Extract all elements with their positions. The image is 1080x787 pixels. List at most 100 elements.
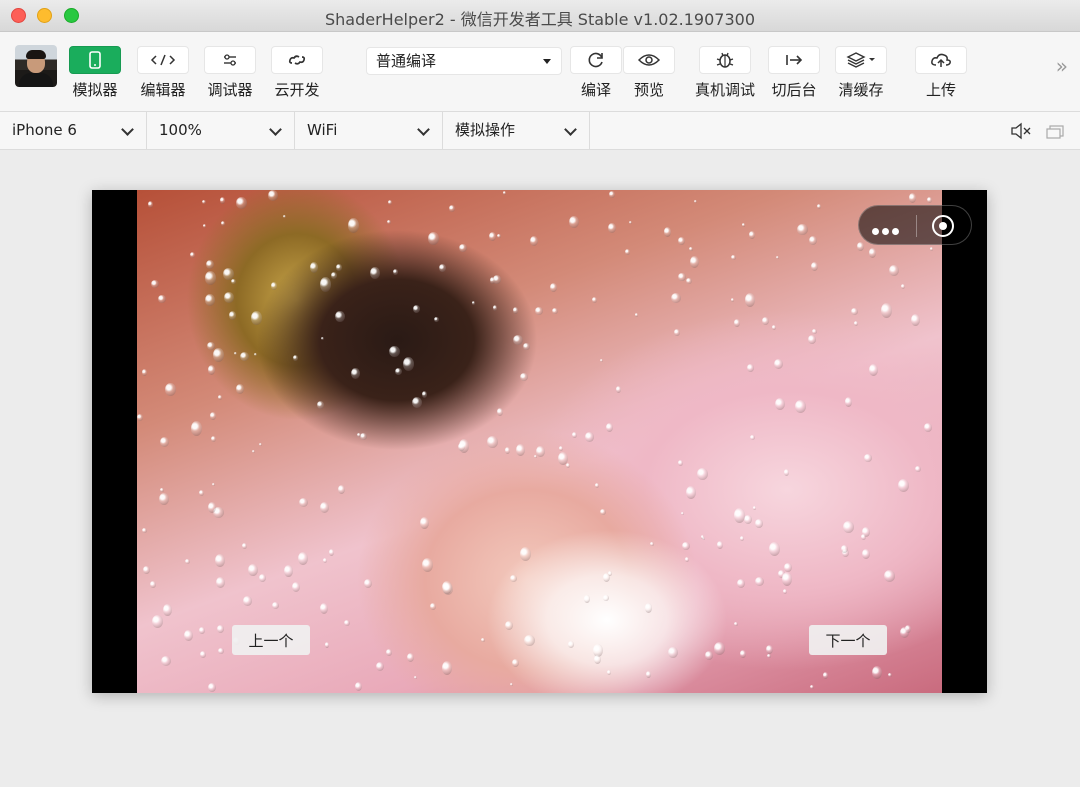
window-icon[interactable]	[1046, 124, 1064, 143]
mute-icon[interactable]	[1010, 122, 1032, 144]
simulator-label: 模拟器	[72, 81, 118, 99]
water-drop	[407, 653, 414, 663]
prev-button[interactable]: 上一个	[232, 625, 310, 655]
water-drop	[325, 642, 329, 648]
water-drop	[231, 279, 236, 285]
water-drop	[714, 642, 725, 655]
water-drop	[811, 262, 818, 272]
device-select[interactable]: iPhone 6	[0, 112, 147, 149]
water-drop	[888, 673, 892, 678]
water-drop	[439, 264, 446, 273]
water-drop	[520, 547, 531, 561]
compile-button[interactable]: 编译	[570, 46, 622, 100]
water-drop	[782, 572, 792, 586]
water-drop	[218, 395, 222, 400]
debug-sliders-icon	[204, 46, 256, 74]
editor-button[interactable]: 编辑器	[137, 46, 189, 100]
upload-button[interactable]: 上传	[915, 46, 967, 100]
water-drop	[523, 343, 530, 351]
double-chevron-icon[interactable]: »	[1056, 54, 1068, 78]
water-drop	[755, 577, 764, 587]
water-drop	[664, 227, 671, 237]
water-drop	[310, 262, 318, 273]
water-drop	[753, 506, 756, 510]
more-dots-icon[interactable]	[872, 220, 902, 239]
water-drop	[674, 329, 680, 337]
avatar[interactable]	[15, 45, 57, 87]
water-drop	[393, 269, 398, 275]
water-drop	[915, 466, 921, 473]
water-drop	[857, 242, 864, 251]
water-drop	[810, 685, 814, 689]
water-drop	[783, 589, 787, 595]
water-drop	[595, 483, 599, 489]
water-drop	[137, 414, 143, 421]
switch-background-label: 切后台	[771, 81, 817, 99]
water-drop	[403, 357, 414, 371]
water-drop	[299, 498, 308, 507]
water-drop	[210, 412, 216, 420]
water-drop	[747, 364, 754, 373]
water-drop	[331, 272, 337, 279]
water-drop	[240, 352, 249, 362]
chevron-down-icon	[417, 123, 430, 136]
water-drop	[678, 460, 683, 467]
water-drop	[503, 191, 506, 195]
target-icon[interactable]	[932, 215, 954, 237]
water-drop	[348, 218, 359, 234]
refresh-icon	[570, 46, 622, 74]
water-drop	[594, 655, 601, 665]
remote-debug-button[interactable]: 真机调试	[695, 46, 755, 100]
water-drop	[159, 493, 169, 506]
switch-background-button[interactable]: 切后台	[768, 46, 820, 100]
water-drop	[678, 237, 685, 246]
zoom-select[interactable]: 100%	[147, 112, 295, 149]
water-drop	[843, 521, 854, 534]
water-drop	[388, 200, 392, 205]
clear-cache-button[interactable]: 清缓存	[835, 46, 887, 100]
water-drop	[422, 558, 433, 572]
water-drop	[530, 236, 538, 247]
water-drop	[740, 650, 746, 659]
water-drop	[841, 545, 848, 553]
water-drop	[629, 221, 632, 225]
network-select[interactable]: WiFi	[295, 112, 443, 149]
debugger-button[interactable]: 调试器	[204, 46, 256, 100]
water-drop	[360, 433, 367, 441]
water-drop	[766, 645, 773, 654]
water-drop	[734, 508, 745, 523]
water-drop	[293, 355, 298, 361]
water-drop	[559, 446, 563, 452]
mini-program-capsule[interactable]	[858, 205, 972, 245]
water-drop	[430, 603, 436, 611]
water-drop	[442, 661, 452, 675]
compile-mode-select[interactable]: 普通编译	[366, 47, 562, 75]
code-icon	[137, 46, 189, 74]
water-drop	[505, 621, 513, 631]
water-drop	[152, 615, 163, 629]
water-drop	[254, 353, 257, 357]
simulate-operation-select[interactable]: 模拟操作	[443, 112, 590, 149]
water-drop	[323, 558, 327, 564]
next-button[interactable]: 下一个	[809, 625, 887, 655]
water-drop	[243, 596, 252, 606]
water-drop	[668, 647, 678, 659]
water-drop	[252, 450, 255, 454]
water-drop	[600, 509, 606, 516]
water-drop	[218, 648, 224, 655]
layers-icon	[835, 46, 887, 74]
simulator-screen[interactable]: 上一个 下一个	[92, 190, 987, 693]
chevron-down-icon	[269, 123, 282, 136]
water-drop	[142, 528, 147, 534]
cloud-dev-button[interactable]: 云开发	[271, 46, 323, 100]
water-drop	[755, 519, 763, 528]
water-drop	[817, 204, 821, 210]
water-drop	[797, 224, 808, 236]
water-drop	[208, 683, 216, 693]
simulator-button[interactable]: 模拟器	[69, 46, 121, 100]
remote-debug-label: 真机调试	[695, 81, 756, 99]
preview-button[interactable]: 预览	[623, 46, 675, 100]
water-drop	[774, 359, 783, 370]
water-drop	[513, 307, 518, 314]
water-drop	[510, 683, 513, 687]
